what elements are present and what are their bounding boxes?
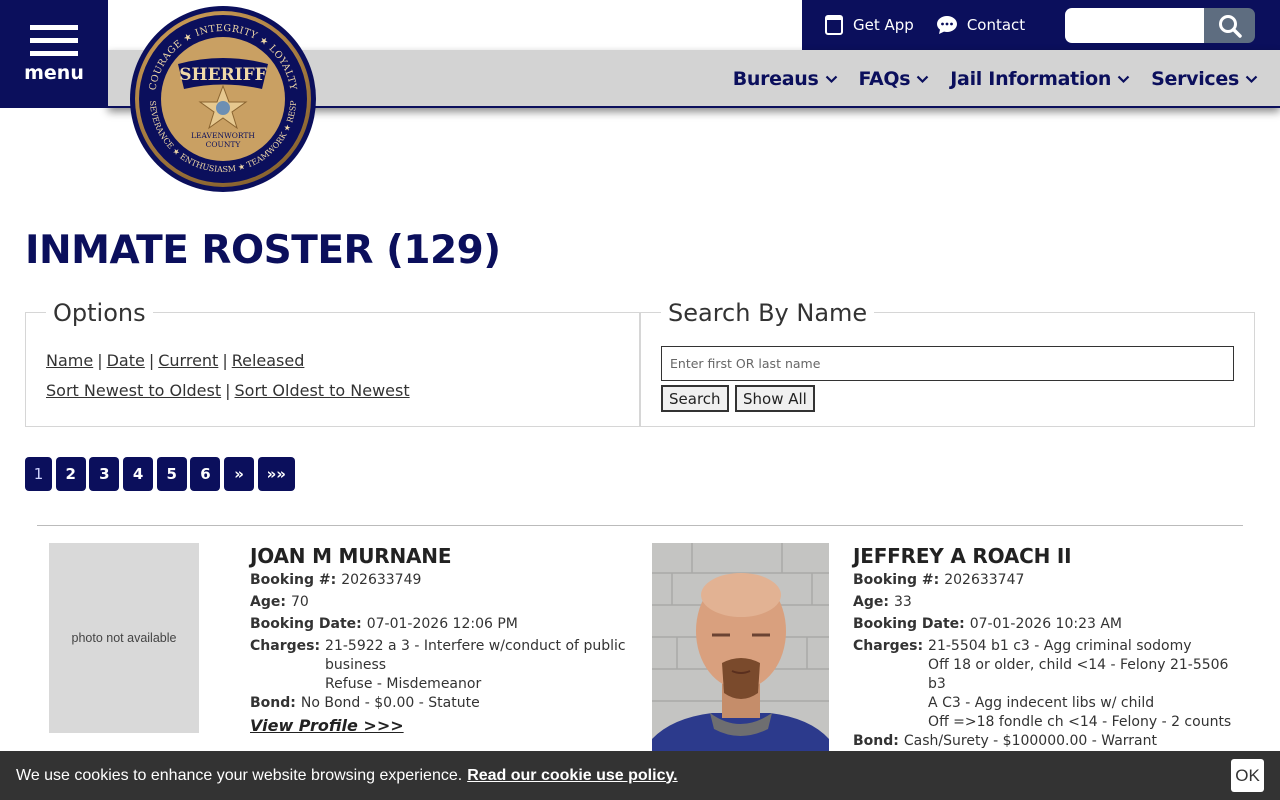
- cookie-policy-link[interactable]: Read our cookie use policy.: [467, 767, 677, 785]
- charge-line: 21-5504 b1 c3 - Agg criminal sodomy: [928, 638, 1192, 654]
- nav-faqs[interactable]: FAQs: [859, 68, 930, 90]
- inmate-name: JOAN M MURNANE: [250, 544, 452, 568]
- last-page-link[interactable]: »»: [257, 457, 295, 491]
- options-panel: Options Name | Date | Current | Released Sort …: [25, 299, 640, 427]
- charge-line: Off =>18 fondle ch <14 - Felony - 2 coun…: [928, 714, 1232, 730]
- bond-value: Cash/Surety - $100000.00 - Warrant: [903, 733, 1157, 749]
- utility-bar: Get App Contact: [802, 0, 1280, 50]
- age-label: Age:: [250, 594, 286, 610]
- site-search: [1065, 8, 1255, 43]
- sort-by-row: Name | Date | Current | Released: [46, 351, 305, 370]
- charge-line: A C3 - Agg indecent libs w/ child: [928, 695, 1155, 711]
- page-current: 1: [25, 457, 52, 491]
- charge-line: 21-5922 a 3 - Interfere w/conduct of pub…: [325, 638, 626, 654]
- booking-date-label: Booking Date:: [250, 616, 362, 632]
- chat-bubble-icon: [936, 16, 957, 34]
- search-legend: Search By Name: [661, 299, 875, 327]
- name-search-input[interactable]: [661, 346, 1234, 381]
- charges-list: 21-5504 b1 c3 - Agg criminal sodomy Off …: [928, 637, 1243, 732]
- view-profile-link[interactable]: View Profile >>>: [250, 716, 404, 735]
- options-legend: Options: [46, 299, 153, 327]
- nav-label: FAQs: [858, 68, 911, 90]
- contact-link[interactable]: Contact: [936, 15, 1025, 35]
- photo-placeholder: photo not available: [49, 543, 199, 733]
- cookie-text: We use cookies to enhance your website b…: [16, 766, 463, 784]
- divider: [37, 525, 1243, 526]
- show-all-button[interactable]: Show All: [735, 385, 815, 412]
- nav-bureaus[interactable]: Bureaus: [733, 68, 838, 90]
- hamburger-icon: [30, 24, 78, 64]
- page-title: INMATE ROSTER (129): [25, 228, 501, 273]
- bond-label: Bond:: [853, 733, 899, 749]
- booking-label: Booking #:: [853, 572, 940, 588]
- cookie-banner: We use cookies to enhance your website b…: [0, 751, 1280, 800]
- search-icon: [1218, 14, 1242, 38]
- sort-date-link[interactable]: Date: [107, 351, 145, 370]
- contact-label: Contact: [966, 16, 1026, 34]
- sort-newest-link[interactable]: Sort Newest to Oldest: [46, 381, 221, 400]
- inmate-info: JOAN M MURNANE Booking #: 202633749 Age: 7…: [250, 545, 630, 737]
- sort-oldest-link[interactable]: Sort Oldest to Newest: [235, 381, 410, 400]
- sort-order-row: Sort Newest to Oldest | Sort Oldest to New…: [46, 381, 410, 400]
- nav-jail-information[interactable]: Jail Information: [950, 68, 1130, 90]
- chevron-down-icon: [825, 75, 837, 83]
- charges-label: Charges:: [250, 638, 321, 654]
- page-link[interactable]: 3: [89, 457, 120, 491]
- filter-released-link[interactable]: Released: [232, 351, 305, 370]
- inmate-info: JEFFREY A ROACH II Booking #: 202633747 A…: [853, 545, 1243, 775]
- search-button[interactable]: Search: [661, 385, 729, 412]
- page-link[interactable]: 4: [123, 457, 154, 491]
- inmate-photo[interactable]: [652, 543, 829, 779]
- sort-name-link[interactable]: Name: [46, 351, 93, 370]
- booking-date-value: 07-01-2026 10:23 AM: [969, 616, 1122, 632]
- site-search-button[interactable]: [1204, 8, 1255, 43]
- charges-list: 21-5922 a 3 - Interfere w/conduct of pub…: [325, 637, 626, 694]
- badge-title: SHERIFF: [179, 65, 267, 85]
- pagination: 1 2 3 4 5 6 » »»: [25, 457, 299, 491]
- tablet-icon: [825, 15, 843, 35]
- mugshot-image: [652, 543, 829, 779]
- booking-number: 202633747: [944, 572, 1025, 588]
- search-by-name-panel: Search By Name Search Show All: [640, 299, 1255, 427]
- sheriff-badge-logo[interactable]: COURAGE ★ INTEGRITY ★ LOYALTY PERSEVERAN…: [128, 4, 318, 194]
- chevron-down-icon: [1245, 75, 1258, 83]
- get-app-label: Get App: [853, 16, 914, 34]
- charge-line: Refuse - Misdemeanor: [325, 676, 482, 692]
- get-app-link[interactable]: Get App: [824, 15, 914, 35]
- charge-line: Off 18 or older, child <14 - Felony 21-5…: [928, 657, 1229, 692]
- charge-line: business: [325, 657, 387, 673]
- booking-number: 202633749: [341, 572, 422, 588]
- bond-label: Bond:: [250, 695, 296, 711]
- filter-current-link[interactable]: Current: [158, 351, 218, 370]
- page-link[interactable]: 6: [190, 457, 221, 491]
- nav-label: Bureaus: [732, 68, 819, 90]
- booking-date-value: 07-01-2026 12:06 PM: [366, 616, 518, 632]
- age-value: 70: [290, 594, 309, 610]
- booking-label: Booking #:: [250, 572, 337, 588]
- bond-value: No Bond - $0.00 - Statute: [300, 695, 480, 711]
- cookie-ok-button[interactable]: OK: [1231, 759, 1264, 792]
- age-value: 33: [893, 594, 912, 610]
- menu-button[interactable]: menu: [0, 0, 108, 108]
- menu-label: menu: [24, 61, 84, 84]
- age-label: Age:: [853, 594, 889, 610]
- inmate-name: JEFFREY A ROACH II: [853, 544, 1072, 568]
- booking-date-label: Booking Date:: [853, 616, 965, 632]
- nav-label: Services: [1151, 68, 1239, 90]
- site-search-input[interactable]: [1065, 8, 1204, 43]
- chevron-down-icon: [1117, 75, 1130, 83]
- nav-label: Jail Information: [950, 68, 1112, 90]
- chevron-down-icon: [917, 75, 929, 83]
- badge-county-line1: LEAVENWORTH: [191, 131, 255, 140]
- page-link[interactable]: 5: [156, 457, 187, 491]
- badge-county-line2: COUNTY: [206, 140, 242, 149]
- charges-label: Charges:: [853, 638, 924, 654]
- next-page-link[interactable]: »: [224, 457, 255, 491]
- nav-services[interactable]: Services: [1151, 68, 1258, 90]
- page-link[interactable]: 2: [55, 457, 86, 491]
